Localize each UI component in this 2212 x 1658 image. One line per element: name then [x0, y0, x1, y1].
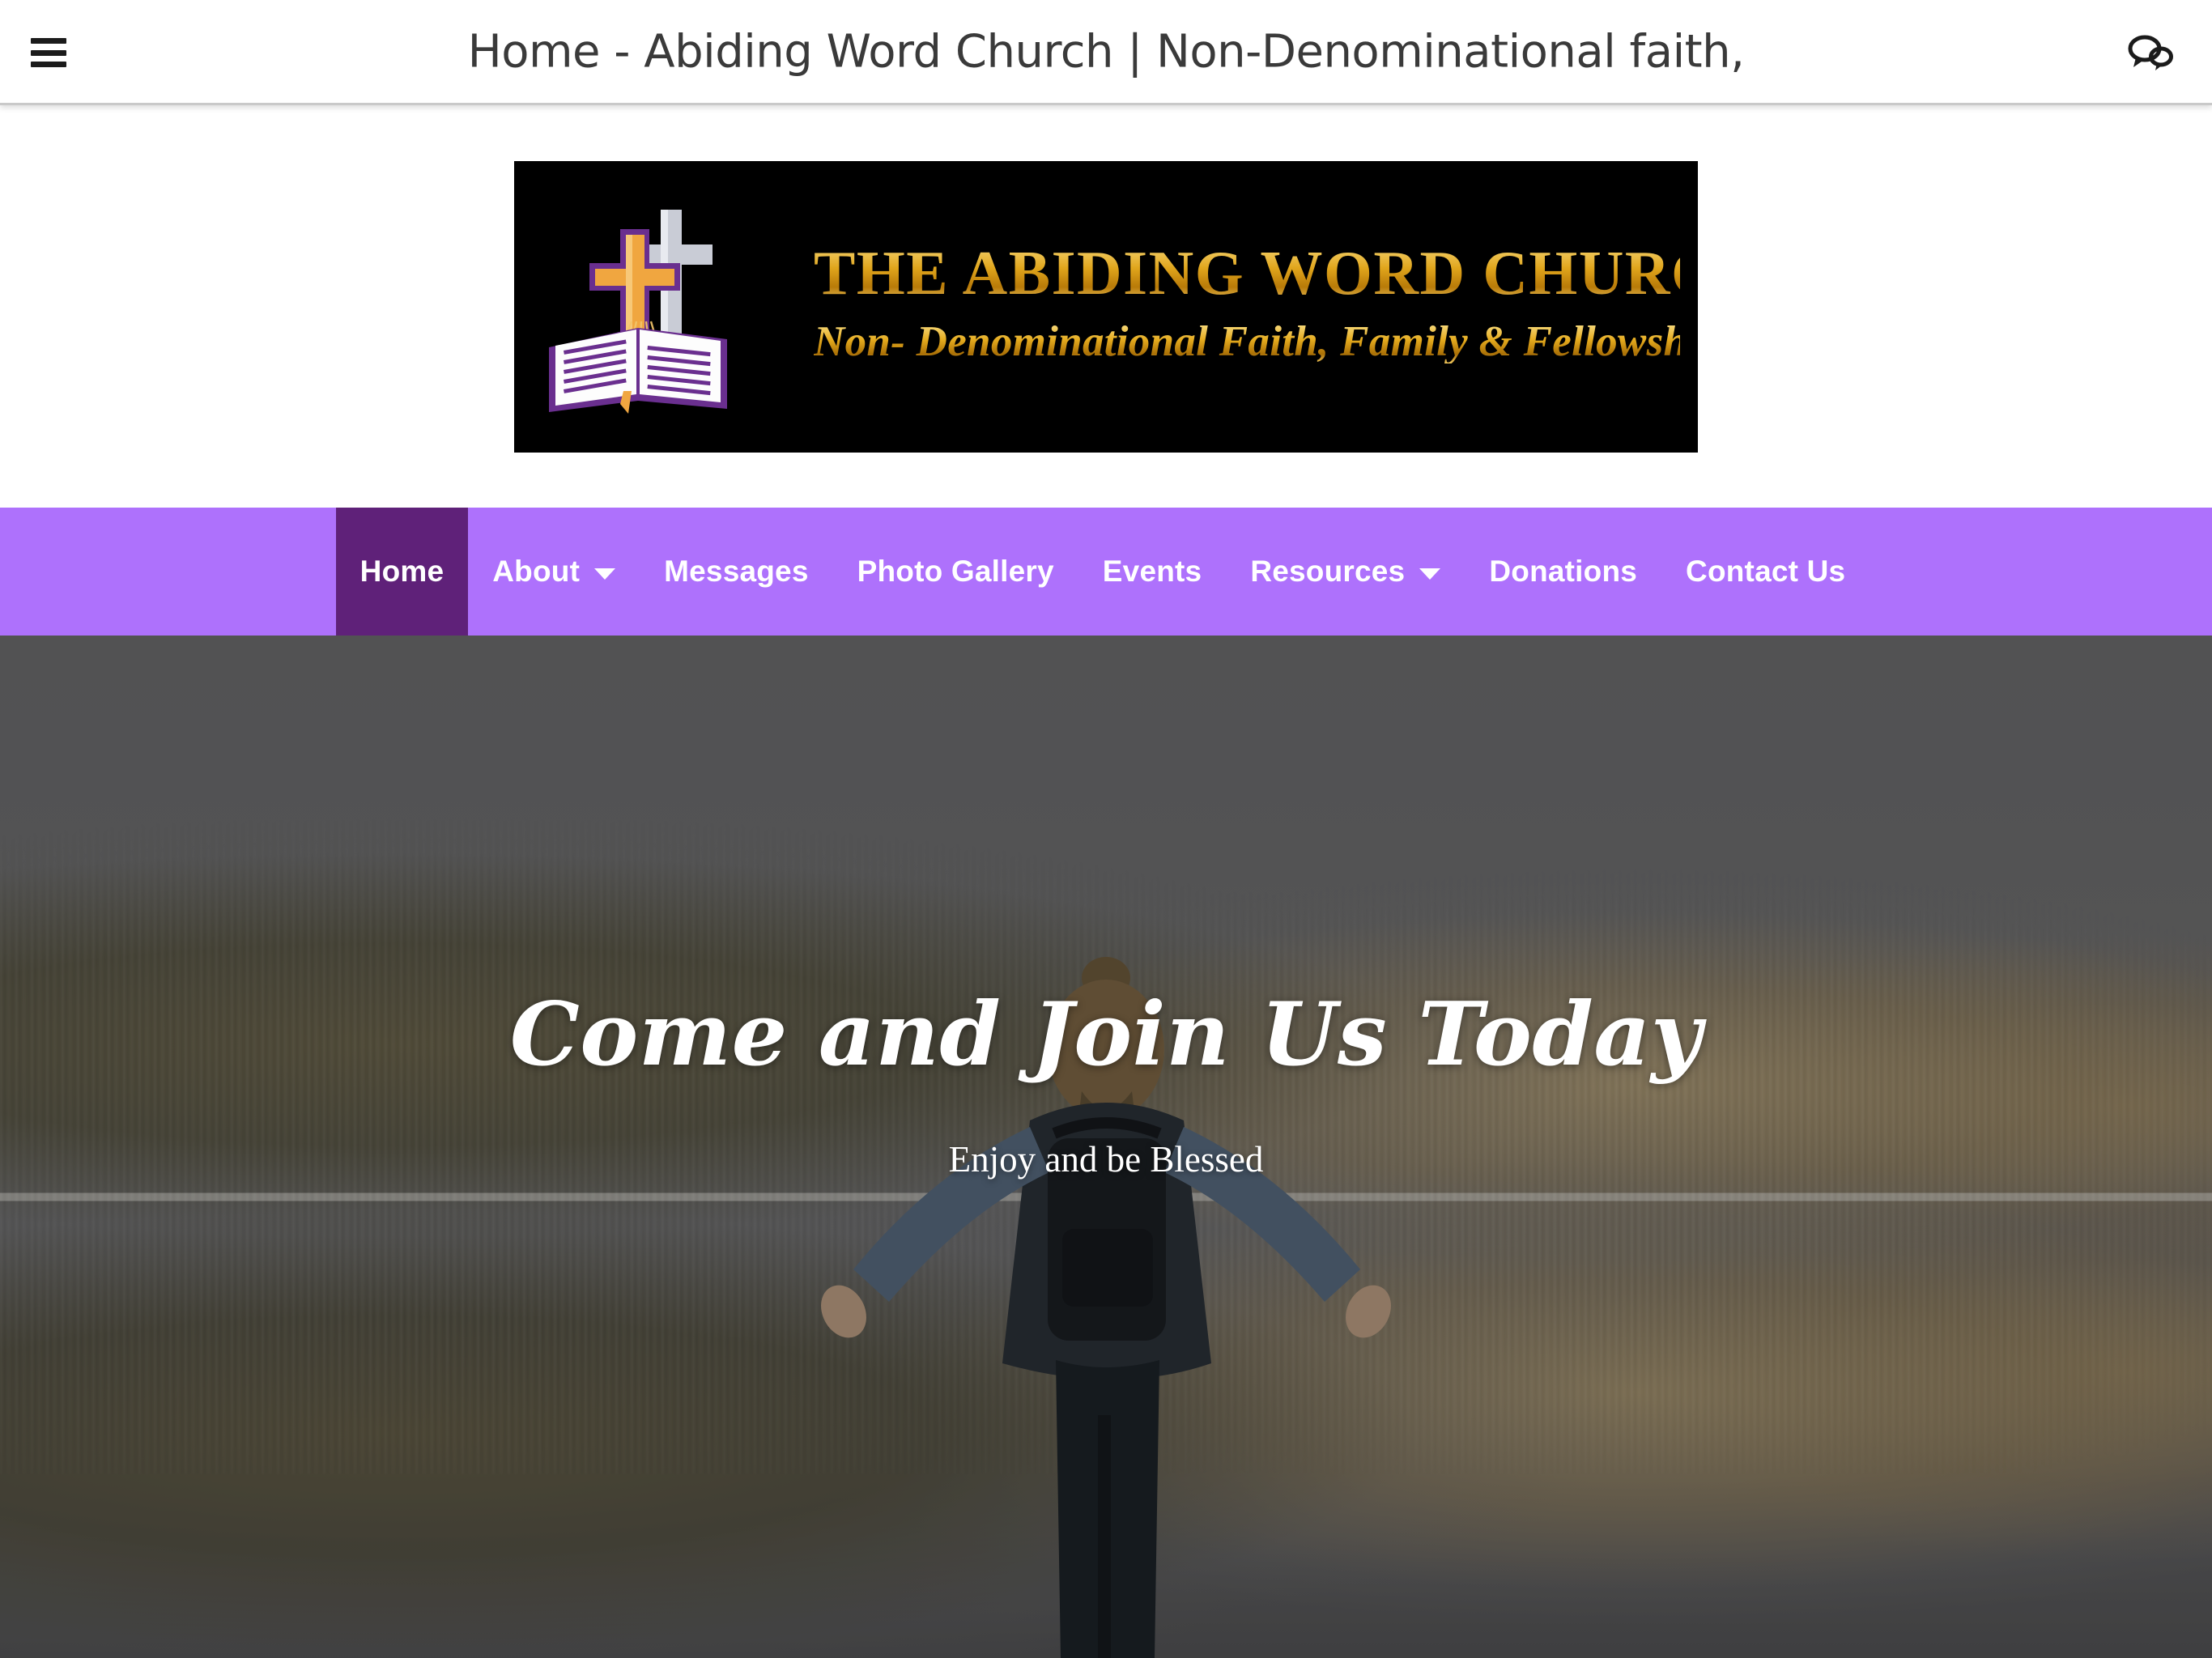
nav-item-photo-gallery[interactable]: Photo Gallery — [833, 508, 1078, 636]
hero-section: Come and Join Us Today Enjoy and be Bles… — [0, 636, 2212, 1658]
church-logo-banner[interactable]: THE ABIDING WORD CHURCH Non- Denominatio… — [514, 160, 1698, 453]
logo-title: THE ABIDING WORD CHURCH — [814, 237, 1698, 308]
nav-items-container: Home About Messages Photo Gallery Events… — [335, 508, 1870, 636]
nav-item-label: Messages — [664, 555, 809, 588]
logo-subtitle: Non- Denominational Faith, Family & Fell… — [814, 317, 1698, 365]
hero-subtitle: Enjoy and be Blessed — [948, 1138, 1264, 1180]
chat-bubbles-icon[interactable] — [2125, 31, 2176, 78]
hamburger-menu-icon[interactable] — [31, 38, 66, 67]
browser-top-bar: Home - Abiding Word Church | Non-Denomin… — [0, 0, 2212, 105]
chevron-down-icon — [594, 568, 616, 580]
nav-item-donations[interactable]: Donations — [1465, 508, 1661, 636]
nav-item-label: About — [492, 555, 581, 588]
logo-text-block: THE ABIDING WORD CHURCH Non- Denominatio… — [814, 237, 1698, 365]
main-navigation: Home About Messages Photo Gallery Events… — [0, 508, 2212, 636]
nav-item-label: Events — [1102, 555, 1202, 588]
hamburger-bar-1 — [31, 38, 66, 44]
nav-item-label: Home — [359, 555, 445, 588]
nav-item-label: Photo Gallery — [857, 555, 1054, 588]
page-title: Home - Abiding Word Church | Non-Denomin… — [467, 25, 1745, 78]
hero-title: Come and Join Us Today — [509, 983, 1703, 1086]
nav-item-resources[interactable]: Resources — [1226, 508, 1465, 636]
hero-content: Come and Join Us Today Enjoy and be Bles… — [0, 636, 2212, 1658]
nav-item-label: Contact Us — [1686, 555, 1846, 588]
nav-item-contact-us[interactable]: Contact Us — [1661, 508, 1870, 636]
chevron-down-icon — [1419, 568, 1441, 580]
nav-item-about[interactable]: About — [468, 508, 640, 636]
logo-banner-section: THE ABIDING WORD CHURCH Non- Denominatio… — [0, 105, 2212, 508]
hamburger-bar-2 — [31, 49, 66, 56]
hamburger-bar-3 — [31, 62, 66, 67]
nav-item-label: Resources — [1250, 555, 1406, 588]
nav-item-events[interactable]: Events — [1078, 508, 1227, 636]
nav-item-messages[interactable]: Messages — [640, 508, 833, 636]
open-bible-with-crosses-icon — [542, 200, 810, 414]
nav-item-label: Donations — [1489, 555, 1638, 588]
nav-item-home[interactable]: Home — [335, 508, 469, 636]
